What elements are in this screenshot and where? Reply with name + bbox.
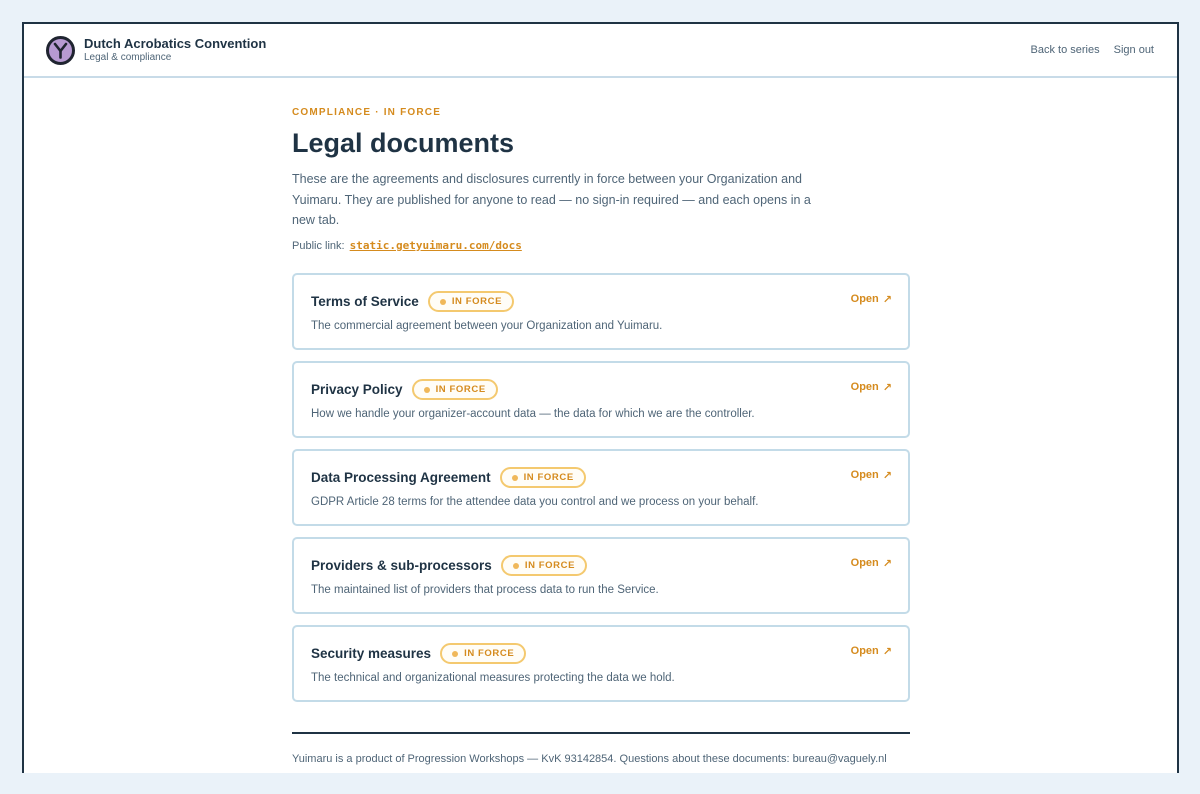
main-content: COMPLIANCE · IN FORCE Legal documents Th… — [292, 106, 910, 767]
open-document-link[interactable]: Open ↗ — [851, 381, 892, 394]
document-title: Privacy Policy — [311, 382, 403, 397]
status-dot-icon — [439, 298, 446, 305]
brand-subtitle: Legal & compliance — [84, 51, 172, 63]
status-dot-icon — [423, 386, 430, 393]
external-arrow-icon: ↗ — [882, 557, 892, 570]
back-to-series-link[interactable]: Back to series — [1031, 44, 1100, 56]
external-arrow-icon: ↗ — [882, 381, 892, 394]
document-header: Terms of Service IN FORCE — [311, 291, 892, 313]
top-nav: Back to series Sign out — [1031, 44, 1154, 56]
brand-text: Dutch Acrobatics Convention Legal & comp… — [84, 35, 267, 63]
open-label: Open — [850, 293, 879, 305]
page-title: Legal documents — [292, 128, 515, 158]
public-link-label: Public link: — [292, 239, 345, 252]
open-label: Open — [850, 469, 879, 481]
document-title: Data Processing Agreement — [311, 470, 491, 485]
document-card-data-processing-agreement[interactable]: Data Processing Agreement IN FORCE GDPR … — [292, 448, 910, 526]
app-window: Dutch Acrobatics Convention Legal & comp… — [22, 22, 1179, 773]
open-document-link[interactable]: Open ↗ — [851, 557, 892, 570]
status-badge: IN FORCE — [499, 467, 586, 488]
eyebrow: COMPLIANCE · IN FORCE — [292, 107, 442, 118]
sign-out-link[interactable]: Sign out — [1114, 44, 1154, 56]
footer-text: Yuimaru is a product of Progression Work… — [292, 752, 887, 765]
external-arrow-icon: ↗ — [882, 469, 892, 482]
document-card-providers-sub-processors[interactable]: Providers & sub-processors IN FORCE The … — [292, 536, 910, 614]
open-document-link[interactable]: Open ↗ — [851, 469, 892, 482]
status-badge: IN FORCE — [500, 555, 588, 576]
top-bar: Dutch Acrobatics Convention Legal & comp… — [24, 24, 1177, 78]
open-label: Open — [850, 557, 879, 569]
status-label: IN FORCE — [523, 472, 574, 483]
document-header: Privacy Policy IN FORCE — [311, 379, 892, 401]
intro-text: These are the agreements and disclosures… — [292, 172, 811, 227]
document-card-privacy-policy[interactable]: Privacy Policy IN FORCE How we handle yo… — [292, 360, 910, 438]
open-document-link[interactable]: Open ↗ — [851, 293, 892, 306]
document-title: Terms of Service — [311, 294, 419, 309]
status-label: IN FORCE — [524, 560, 576, 571]
document-description: How we handle your organizer-account dat… — [311, 407, 755, 420]
public-link-row: Public link: static.getyuimaru.com/docs — [292, 238, 910, 254]
brand: Dutch Acrobatics Convention Legal & comp… — [46, 35, 267, 65]
status-dot-icon — [511, 474, 518, 481]
external-arrow-icon: ↗ — [882, 293, 892, 306]
open-label: Open — [850, 381, 879, 393]
document-description: The commercial agreement between your Or… — [311, 319, 663, 332]
external-arrow-icon: ↗ — [882, 645, 892, 658]
document-card-terms-of-service[interactable]: Terms of Service IN FORCE The commercial… — [292, 272, 910, 350]
status-badge: IN FORCE — [411, 379, 498, 400]
document-description: The technical and organizational measure… — [311, 671, 675, 684]
status-badge: IN FORCE — [440, 643, 527, 664]
footer-divider — [292, 731, 910, 734]
document-list: Terms of Service IN FORCE The commercial… — [292, 272, 910, 702]
yuimaru-logo-icon — [46, 35, 75, 65]
brand-title: Dutch Acrobatics Convention — [84, 35, 267, 51]
status-badge: IN FORCE — [427, 291, 515, 312]
document-header: Security measures IN FORCE — [311, 643, 892, 665]
document-header: Providers & sub-processors IN FORCE — [311, 555, 892, 577]
document-card-security-measures[interactable]: Security measures IN FORCE The technical… — [292, 624, 910, 702]
document-title: Providers & sub-processors — [311, 558, 492, 573]
open-label: Open — [850, 645, 879, 657]
status-dot-icon — [512, 562, 519, 569]
document-description: GDPR Article 28 terms for the attendee d… — [311, 495, 759, 508]
status-dot-icon — [452, 650, 459, 657]
open-document-link[interactable]: Open ↗ — [851, 645, 892, 658]
status-label: IN FORCE — [435, 384, 486, 395]
document-description: The maintained list of providers that pr… — [311, 583, 659, 596]
document-header: Data Processing Agreement IN FORCE — [311, 467, 892, 489]
status-label: IN FORCE — [451, 296, 503, 307]
public-link-url[interactable]: static.getyuimaru.com/docs — [350, 239, 522, 252]
document-title: Security measures — [311, 646, 432, 661]
status-label: IN FORCE — [464, 648, 515, 659]
